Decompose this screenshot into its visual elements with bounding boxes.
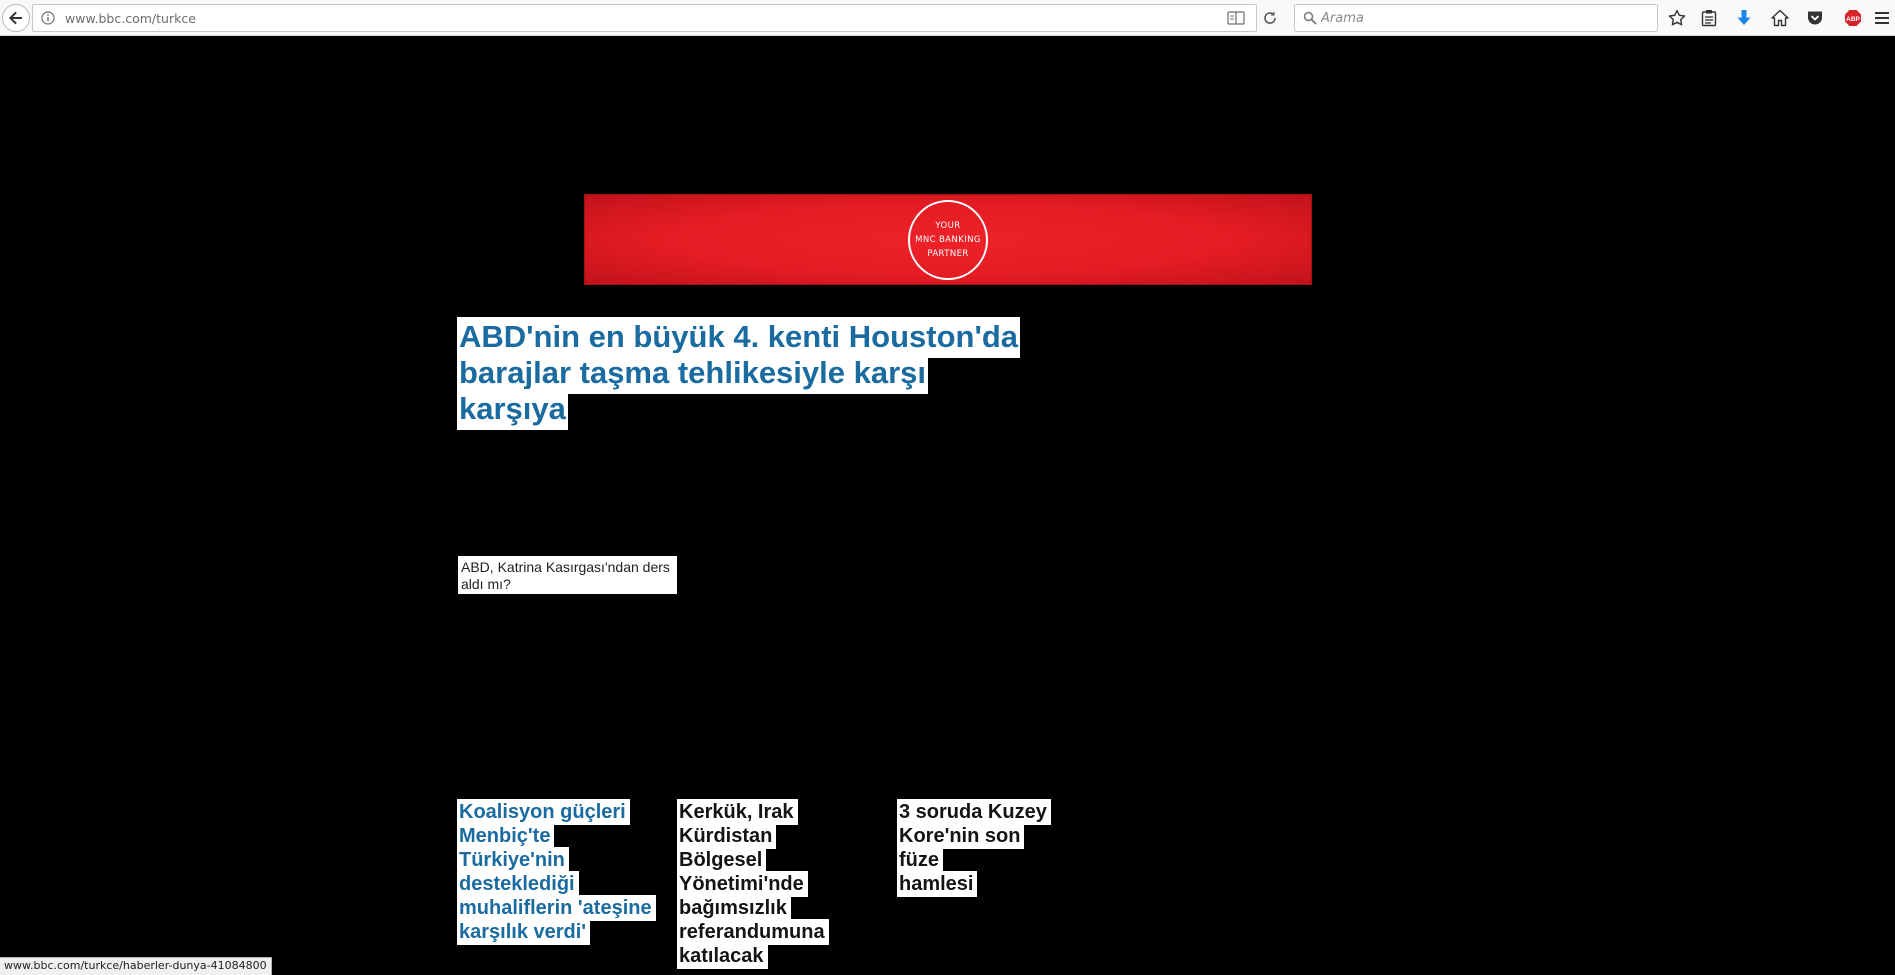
- url-text[interactable]: www.bbc.com/turkce: [65, 11, 196, 26]
- home-icon[interactable]: [1770, 8, 1790, 28]
- story-link-3[interactable]: 3 soruda Kuzey Kore'nin son füze hamlesi: [897, 799, 1067, 897]
- hamburger-menu-icon[interactable]: [1872, 8, 1892, 28]
- story-link-1[interactable]: Koalisyon güçleri Menbiç'te Türkiye'nin …: [457, 799, 657, 945]
- search-bar[interactable]: [1294, 4, 1658, 32]
- search-icon: [1303, 11, 1317, 25]
- main-headline-link[interactable]: ABD'nin en büyük 4. kenti Houston'da bar…: [457, 317, 1037, 430]
- bookmark-star-icon[interactable]: [1667, 8, 1687, 28]
- back-arrow-icon: [9, 11, 22, 25]
- reload-icon[interactable]: [1262, 10, 1278, 26]
- reader-view-icon[interactable]: [1227, 10, 1245, 26]
- status-bar-url: www.bbc.com/turkce/haberler-dunya-410848…: [0, 957, 272, 975]
- related-story-caption[interactable]: ABD, Katrina Kasırgası'ndan ders aldı mı…: [458, 556, 677, 594]
- ad-logo-circle: YOUR MNC BANKING PARTNER: [908, 200, 988, 280]
- search-input[interactable]: [1321, 8, 1641, 28]
- clipboard-icon[interactable]: [1699, 8, 1719, 28]
- pocket-icon[interactable]: [1805, 8, 1825, 28]
- svg-text:ABP: ABP: [1846, 16, 1860, 23]
- info-icon[interactable]: [41, 11, 55, 25]
- adblock-plus-icon[interactable]: ABP: [1843, 8, 1863, 28]
- ad-text: YOUR MNC BANKING PARTNER: [915, 221, 981, 259]
- download-icon[interactable]: [1734, 8, 1754, 28]
- back-button[interactable]: [2, 4, 30, 32]
- browser-toolbar: www.bbc.com/turkce ABP: [0, 0, 1895, 36]
- ad-banner[interactable]: YOUR MNC BANKING PARTNER: [584, 194, 1312, 285]
- url-bar[interactable]: www.bbc.com/turkce: [32, 4, 1257, 32]
- story-link-2[interactable]: Kerkük, Irak Kürdistan Bölgesel Yönetimi…: [677, 799, 892, 969]
